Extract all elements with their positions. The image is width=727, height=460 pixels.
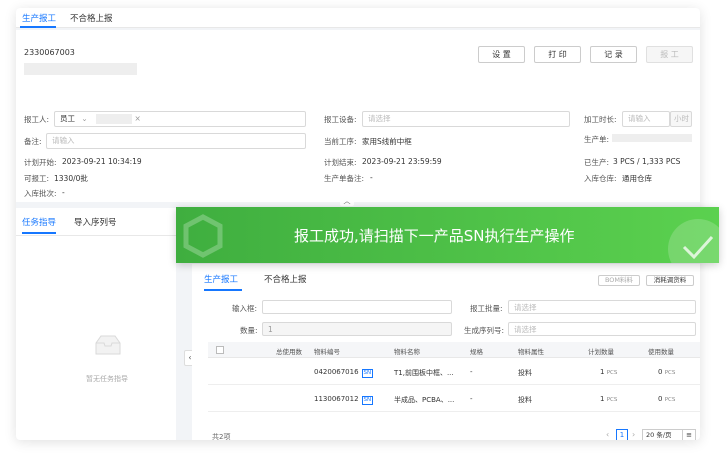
order-remark-label: 生产单备注: [324, 174, 365, 183]
material-code: 0420067016 SN [314, 368, 374, 378]
close-icon[interactable]: × [134, 114, 140, 123]
tab-production-report[interactable]: 生产报工 [22, 12, 56, 24]
plan-end-label: 计划结束: [324, 158, 357, 167]
qty-input[interactable]: 1 [262, 322, 452, 336]
duration-label: 加工时长: [584, 115, 617, 124]
th-code: 物料编号 [314, 348, 340, 356]
order-number: 2330067003 [24, 48, 75, 57]
material-attr: 投料 [518, 396, 532, 404]
used-qty: 0 PCS [658, 368, 676, 376]
duration-unit: 小时 [670, 111, 692, 127]
reporter-type[interactable]: 员工 [60, 114, 75, 123]
th-attr: 物料属性 [518, 348, 544, 356]
report-button[interactable]: 报 工 [646, 46, 693, 63]
material-spec: - [470, 395, 473, 403]
duration-input[interactable]: 请输入 [622, 111, 670, 127]
reporter-field[interactable]: 员工 ⌄ × [54, 111, 306, 127]
material-name: 半成品、PCBA、... [394, 396, 455, 404]
remark-label: 备注: [24, 137, 42, 146]
empty-box-icon [95, 335, 121, 355]
current-process-value: 家用S线前中框 [362, 137, 412, 146]
th-total: 总使用数 [276, 348, 302, 356]
tab-import-serial[interactable]: 导入序列号 [74, 216, 117, 228]
success-toast: 报工成功,请扫描下一产品SN执行生产操作 [176, 207, 719, 263]
production-order-value [612, 134, 692, 142]
remark-input[interactable]: 请输入 [46, 133, 306, 149]
material-code: 1130067012 SN [314, 395, 374, 405]
toast-message: 报工成功,请扫描下一产品SN执行生产操作 [294, 227, 575, 245]
page-number[interactable]: 1 [616, 429, 628, 440]
device-select[interactable]: 请选择 [362, 111, 570, 127]
th-spec: 规格 [470, 348, 483, 356]
plan-start-value: 2023-09-21 10:34:19 [62, 157, 142, 166]
material-spec: - [470, 368, 473, 376]
tab-task-guide[interactable]: 任务指导 [22, 216, 56, 228]
next-page-icon[interactable]: › [632, 430, 635, 439]
empty-text: 暂无任务指导 [86, 375, 128, 383]
batch-label: 入库批次: [24, 189, 57, 198]
settings-button[interactable]: 设 置 [478, 46, 525, 63]
top-tabbar: 生产报工 不合格上报 [16, 8, 700, 28]
th-name: 物料名称 [394, 348, 420, 356]
device-label: 报工设备: [324, 115, 357, 124]
right-panel: 生产报工 不合格上报 BOM料料 消耗调货料 输入框: 数量: 1 报工批量: … [192, 264, 700, 440]
record-button[interactable]: 记 录 [590, 46, 637, 63]
sn-tag: SN [361, 396, 374, 405]
material-name: T1,前围板中框、... [394, 369, 454, 377]
tab-sub-report[interactable]: 生产报工 [204, 273, 238, 285]
reporter-label: 报工人: [24, 115, 50, 124]
serial-label: 生成序列号: [464, 326, 505, 335]
sub-tab-indicator [204, 289, 242, 291]
warehouse-label: 入库仓库: [584, 174, 617, 183]
active-tab-indicator [20, 26, 56, 28]
tab-sub-defect[interactable]: 不合格上报 [264, 273, 307, 285]
tab-defect-report[interactable]: 不合格上报 [70, 12, 113, 24]
collapse-toggle[interactable]: ︿ [340, 196, 354, 206]
left-panel: 任务指导 导入序列号 暂无任务指导 [16, 208, 176, 440]
used-qty: 0 PCS [658, 395, 676, 403]
order-remark-value: - [370, 173, 373, 182]
consume-button[interactable]: 消耗调货料 [646, 275, 694, 286]
reporter-tag [96, 114, 133, 124]
current-process-label: 当前工序: [324, 137, 357, 146]
scan-input[interactable] [262, 300, 452, 314]
th-plan: 计划数量 [588, 348, 614, 356]
total-count: 共2项 [212, 433, 231, 440]
plan-end-value: 2023-09-21 23:59:59 [362, 157, 442, 166]
order-card: 2330067003 设 置 打 印 记 录 报 工 报工人: 员工 ⌄ × 备… [16, 30, 700, 202]
left-tab-indicator [22, 232, 56, 234]
select-all-checkbox[interactable] [216, 346, 224, 354]
chevron-down-icon: ⌄ [81, 114, 88, 123]
material-attr: 投料 [518, 369, 532, 377]
report-batch-label: 报工批量: [470, 304, 503, 313]
table-header: 总使用数 物料编号 物料名称 规格 物料属性 计划数量 使用数量 [208, 342, 700, 358]
reportable-value: 1330/0批 [54, 174, 88, 183]
divider [16, 235, 176, 236]
menu-icon[interactable]: ≡ [682, 429, 696, 440]
serial-select[interactable]: 请选择 [508, 322, 696, 336]
sn-tag: SN [361, 369, 374, 378]
qty-label: 数量: [240, 326, 258, 335]
prev-page-icon[interactable]: ‹ [606, 430, 609, 439]
th-used: 使用数量 [648, 348, 674, 356]
plan-qty: 1 PCS [600, 368, 618, 376]
order-name-placeholder [24, 63, 137, 75]
table-row[interactable]: 1130067012 SN 半成品、PCBA、... - 投料 1 PCS 0 P… [208, 386, 700, 412]
table-row[interactable]: 0420067016 SN T1,前围板中框、... - 投料 1 PCS 0 P… [208, 359, 700, 385]
reportable-label: 可报工: [24, 174, 50, 183]
chevron-up-icon: ︿ [343, 197, 351, 205]
warehouse-value: 通用仓库 [622, 174, 652, 183]
logo-icon [183, 214, 223, 258]
check-circle-icon [668, 219, 719, 263]
produced-label: 已生产: [584, 158, 610, 167]
print-button[interactable]: 打 印 [534, 46, 581, 63]
plan-qty: 1 PCS [600, 395, 618, 403]
plan-start-label: 计划开始: [24, 158, 57, 167]
input-label: 输入框: [232, 304, 258, 313]
report-batch-select[interactable]: 请选择 [508, 300, 696, 314]
production-order-label: 生产单: [584, 135, 610, 144]
produced-value: 3 PCS / 1,333 PCS [613, 157, 681, 166]
bom-button[interactable]: BOM料料 [598, 275, 640, 286]
batch-value: - [62, 188, 65, 197]
